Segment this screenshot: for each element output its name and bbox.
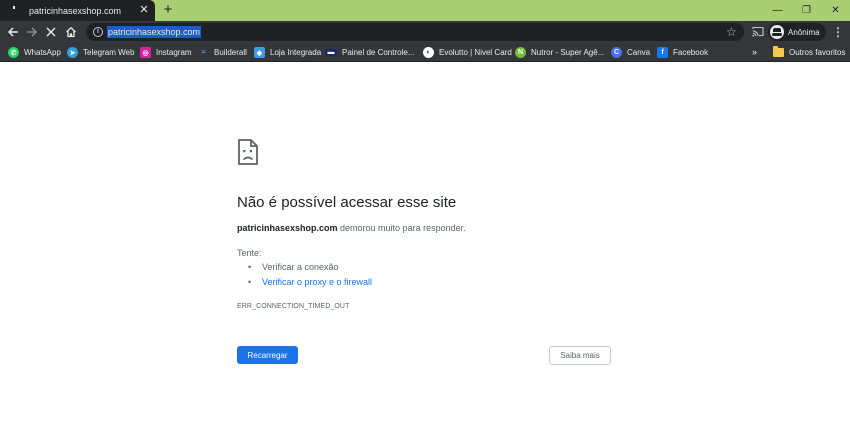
site-info-icon[interactable]: i — [93, 27, 103, 37]
browser-tab[interactable]: patricinhasexshop.com ✕ — [0, 0, 155, 21]
suggestion-text: Verificar a conexão — [262, 262, 339, 272]
other-favorites-label: Outros favoritos — [789, 48, 846, 57]
forward-button[interactable] — [23, 23, 41, 41]
error-domain: patricinhasexshop.com — [237, 223, 338, 233]
canva-icon: C — [611, 47, 622, 58]
bookmark-label: WhatsApp — [24, 48, 61, 57]
suggestions-list: Verificar a conexão Verificar o proxy e … — [248, 262, 372, 292]
sad-page-icon — [237, 139, 259, 170]
nutror-icon: N — [515, 47, 526, 58]
error-description-text: demorou muito para responder. — [337, 223, 466, 233]
bookmark-label: Telegram Web — [83, 48, 135, 57]
error-code: ERR_CONNECTION_TIMED_OUT — [237, 303, 350, 310]
incognito-avatar-icon — [770, 25, 784, 39]
title-bar: patricinhasexshop.com ✕ + — ❐ ✕ — [0, 0, 850, 21]
error-title: Não é possível acessar esse site — [237, 194, 457, 211]
error-description: patricinhasexshop.com demorou muito para… — [237, 223, 466, 233]
tab-title: patricinhasexshop.com — [29, 5, 122, 16]
address-bar[interactable]: i patricinhasexshop.com ☆ — [86, 23, 744, 41]
bookmark-label: Painel de Controle... — [342, 48, 415, 57]
bookmark-loja-integrada[interactable]: ◆ Loja Integrada — [254, 46, 321, 59]
new-tab-button[interactable]: + — [160, 2, 176, 18]
browser-toolbar: i patricinhasexshop.com ☆ Anônima ⋮ — [0, 21, 850, 43]
bookmark-label: Canva — [627, 48, 651, 57]
bookmark-star-icon[interactable]: ☆ — [726, 24, 737, 40]
bookmark-evolutto[interactable]: ◐ Evolutto | Nivel Card — [423, 46, 512, 59]
window-controls: — ❐ ✕ — [763, 0, 850, 21]
bookmark-builderall[interactable]: ≈ Builderall — [198, 46, 247, 59]
bookmark-label: Builderall — [214, 48, 247, 57]
loading-favicon-icon — [10, 5, 20, 16]
bookmark-label: Loja Integrada — [270, 48, 322, 57]
bookmark-label: Nutror - Super Agê... — [531, 48, 605, 57]
stop-loading-button[interactable] — [42, 23, 60, 41]
tab-close-icon[interactable]: ✕ — [137, 5, 151, 16]
browser-menu-icon[interactable]: ⋮ — [832, 24, 844, 40]
reload-button[interactable]: Recarregar — [237, 346, 298, 364]
bookmark-painel[interactable]: ▬ Painel de Controle... — [325, 46, 415, 59]
back-arrow-icon — [7, 27, 18, 37]
bookmark-label: Instagram — [156, 48, 192, 57]
evolutto-icon: ◐ — [423, 47, 434, 58]
stop-x-icon — [46, 27, 56, 37]
url-text[interactable]: patricinhasexshop.com — [107, 26, 202, 38]
back-button[interactable] — [4, 23, 22, 41]
bookmark-label: Evolutto | Nivel Card — [439, 48, 512, 57]
bookmark-nutror[interactable]: N Nutror - Super Agê... — [515, 46, 604, 59]
learn-more-button[interactable]: Saiba mais — [549, 346, 611, 365]
minimize-button[interactable]: — — [763, 0, 792, 21]
restore-button[interactable]: ❐ — [792, 0, 821, 21]
bookmark-telegram[interactable]: ➤ Telegram Web — [67, 46, 134, 59]
suggestion-link-text[interactable]: Verificar o proxy e o firewall — [262, 277, 372, 292]
suggestion-check-connection: Verificar a conexão — [248, 262, 372, 277]
error-page: Não é possível acessar esse site patrici… — [0, 63, 850, 438]
bookmark-label: Facebook — [673, 48, 709, 57]
home-button[interactable] — [62, 23, 80, 41]
bookmark-facebook[interactable]: f Facebook — [657, 46, 708, 59]
bookmark-instagram[interactable]: ◎ Instagram — [140, 46, 192, 59]
instagram-icon: ◎ — [140, 47, 151, 58]
bookmarks-overflow-icon[interactable]: » — [752, 46, 757, 59]
cast-icon[interactable] — [752, 24, 764, 42]
bookmarks-bar: ✆ WhatsApp ➤ Telegram Web ◎ Instagram ≈ … — [0, 43, 850, 62]
other-favorites-folder[interactable]: Outros favoritos — [773, 46, 845, 59]
bookmark-whatsapp[interactable]: ✆ WhatsApp — [8, 46, 61, 59]
window-close-button[interactable]: ✕ — [821, 0, 850, 21]
home-icon — [66, 26, 76, 38]
try-label: Tente: — [237, 248, 262, 258]
builderall-icon: ≈ — [201, 49, 206, 56]
loja-integrada-icon: ◆ — [254, 47, 265, 58]
whatsapp-icon: ✆ — [8, 47, 19, 58]
folder-icon — [773, 46, 784, 57]
bookmark-canva[interactable]: C Canva — [611, 46, 650, 59]
profile-label: Anônima — [788, 27, 820, 37]
telegram-icon: ➤ — [67, 47, 78, 58]
painel-icon: ▬ — [325, 49, 337, 56]
forward-arrow-icon — [27, 27, 38, 37]
profile-button[interactable]: Anônima — [768, 23, 826, 41]
facebook-icon: f — [657, 47, 668, 58]
suggestion-check-proxy-link[interactable]: Verificar o proxy e o firewall — [248, 277, 372, 292]
